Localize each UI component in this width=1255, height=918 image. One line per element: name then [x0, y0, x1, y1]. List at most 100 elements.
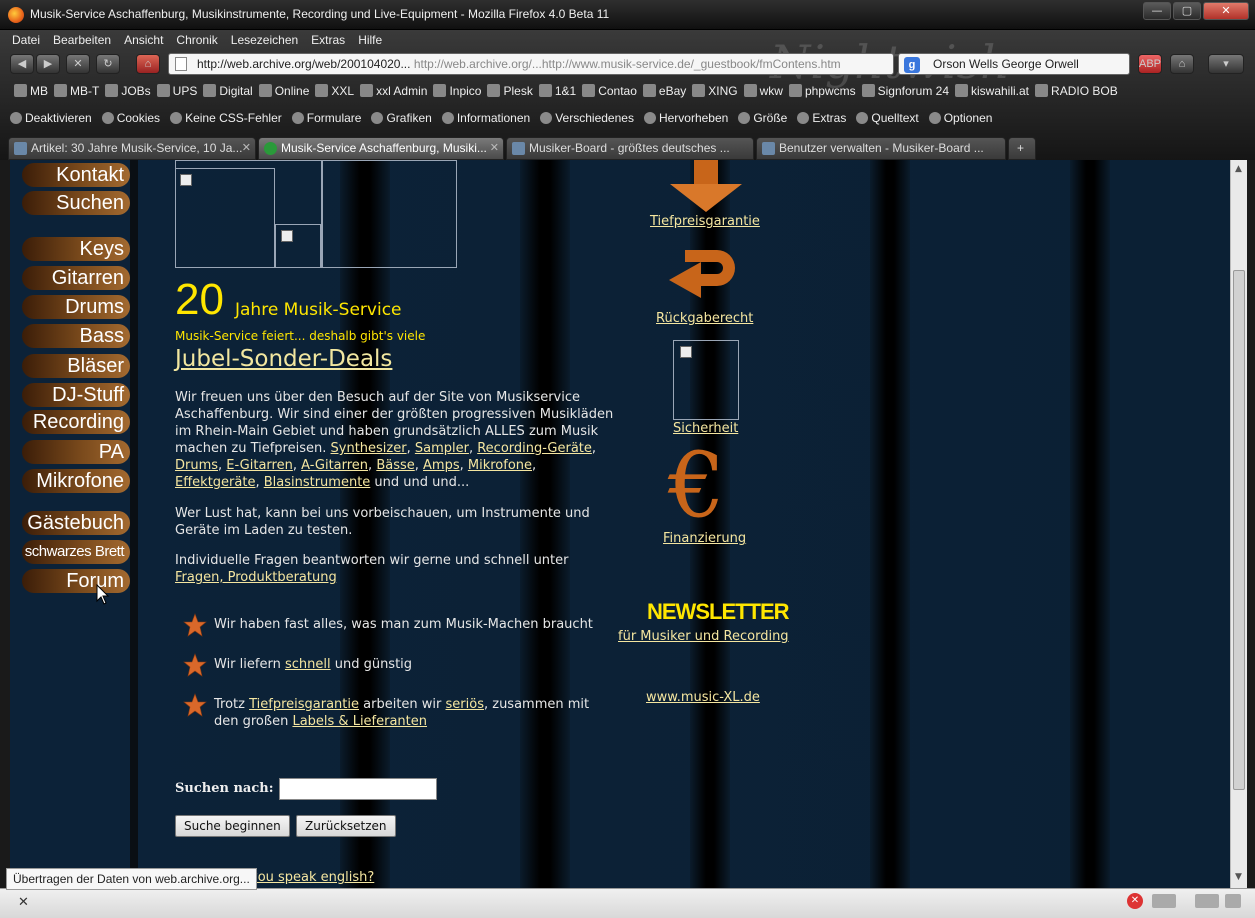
- stop-icon[interactable]: ✕: [66, 54, 90, 74]
- link-amps[interactable]: Amps: [423, 458, 460, 473]
- nav-bass[interactable]: Bass: [22, 324, 130, 348]
- bookmark-item[interactable]: wkw: [743, 84, 783, 98]
- bookmark-item[interactable]: Signforum 24: [861, 84, 949, 98]
- tab-musik-service[interactable]: Musik-Service Aschaffenburg, Musiki... ✕: [258, 137, 504, 160]
- devbar-item[interactable]: Deaktivieren: [10, 111, 92, 125]
- scroll-up-icon[interactable]: ▲: [1235, 164, 1242, 174]
- maximize-button[interactable]: ▢: [1173, 2, 1201, 20]
- nav-keys[interactable]: Keys: [22, 237, 130, 261]
- nav-gaestebuch[interactable]: Gästebuch: [22, 511, 130, 535]
- bookmark-item[interactable]: XXL: [315, 84, 354, 98]
- link-schnell[interactable]: schnell: [285, 657, 331, 672]
- devbar-item[interactable]: Cookies: [101, 111, 160, 125]
- close-window-button[interactable]: ✕: [1203, 2, 1249, 20]
- nav-forum[interactable]: Forum: [22, 569, 130, 593]
- nav-recording[interactable]: Recording: [22, 410, 130, 434]
- devbar-item[interactable]: Optionen: [928, 111, 992, 125]
- bookmark-item[interactable]: MB-T: [54, 84, 99, 98]
- addon-status-icon[interactable]: [1195, 894, 1219, 908]
- bookmark-item[interactable]: xxl Admin: [360, 84, 427, 98]
- link-rueckgaberecht[interactable]: Rückgaberecht: [656, 311, 753, 326]
- menu-bearbeiten[interactable]: Bearbeiten: [53, 33, 111, 47]
- devbar-item[interactable]: Keine CSS-Fehler: [170, 111, 282, 125]
- search-submit-button[interactable]: Suche beginnen: [175, 815, 290, 837]
- bookmark-item[interactable]: kiswahili.at: [955, 84, 1029, 98]
- close-icon[interactable]: ✕: [242, 138, 251, 159]
- scroll-down-icon[interactable]: ▼: [1235, 872, 1242, 882]
- link-e-gitarren[interactable]: E-Gitarren: [226, 458, 293, 473]
- bookmark-item[interactable]: phpwcms: [788, 84, 856, 98]
- nav-mikrofone[interactable]: Mikrofone: [22, 469, 130, 493]
- link-baesse[interactable]: Bässe: [376, 458, 414, 473]
- reset-button[interactable]: Zurücksetzen: [296, 815, 396, 837]
- home-icon[interactable]: ⌂: [136, 54, 160, 74]
- bookmark-item[interactable]: UPS: [156, 84, 197, 98]
- bookmark-item[interactable]: Digital: [203, 84, 253, 98]
- nav-kontakt[interactable]: Kontakt: [22, 163, 130, 187]
- menu-ansicht[interactable]: Ansicht: [124, 33, 163, 47]
- link-effektgeraete[interactable]: Effektgeräte: [175, 475, 255, 490]
- scrollbar-thumb[interactable]: [1233, 270, 1245, 790]
- bookmark-item[interactable]: eBay: [642, 84, 686, 98]
- devbar-item[interactable]: Grafiken: [371, 111, 432, 125]
- english-link[interactable]: you speak english?: [250, 870, 374, 885]
- nav-schwarzes-brett[interactable]: schwarzes Brett: [22, 540, 130, 564]
- link-recording-geraete[interactable]: Recording-Geräte: [477, 441, 592, 456]
- devbar-item[interactable]: Verschiedenes: [540, 111, 634, 125]
- nav-gitarren[interactable]: Gitarren: [22, 266, 130, 290]
- vertical-scrollbar[interactable]: ▲ ▼: [1230, 160, 1247, 888]
- nav-dj-stuff[interactable]: DJ-Stuff: [22, 383, 130, 407]
- bookmark-item[interactable]: MB: [14, 84, 48, 98]
- url-bar[interactable]: http://web.archive.org/web/200104020... …: [168, 53, 894, 75]
- link-tiefpreisgarantie[interactable]: Tiefpreisgarantie: [249, 697, 359, 712]
- link-newsletter[interactable]: für Musiker und Recording: [618, 629, 789, 644]
- minimize-button[interactable]: —: [1143, 2, 1171, 20]
- reload-icon[interactable]: ↻: [96, 54, 120, 74]
- tab-musiker-board[interactable]: Musiker-Board - größtes deutsches ...: [506, 137, 754, 160]
- home-page-icon[interactable]: ⌂: [1170, 54, 1194, 74]
- error-icon[interactable]: ✕: [1127, 893, 1143, 909]
- link-finanzierung[interactable]: Finanzierung: [663, 531, 746, 546]
- menu-datei[interactable]: Datei: [12, 33, 40, 47]
- devbar-item[interactable]: Größe: [738, 111, 787, 125]
- link-music-xl[interactable]: www.music-XL.de: [646, 690, 760, 705]
- devbar-item[interactable]: Informationen: [441, 111, 530, 125]
- adblock-icon[interactable]: ABP: [1138, 54, 1162, 74]
- close-findbar-icon[interactable]: ✕: [18, 895, 29, 910]
- link-labels-lieferanten[interactable]: Labels & Lieferanten: [292, 714, 427, 729]
- bookmark-item[interactable]: XING: [692, 84, 738, 98]
- devbar-item[interactable]: Hervorheben: [643, 111, 728, 125]
- link-serioes[interactable]: seriös: [446, 697, 484, 712]
- devbar-item[interactable]: Quelltext: [856, 111, 919, 125]
- search-bar[interactable]: g Orson Wells George Orwell: [898, 53, 1130, 75]
- bookmark-item[interactable]: 1&1: [538, 84, 576, 98]
- new-tab-button[interactable]: +: [1008, 137, 1036, 160]
- menu-lesezeichen[interactable]: Lesezeichen: [231, 33, 298, 47]
- addon-status-icon[interactable]: [1152, 894, 1176, 908]
- devbar-item[interactable]: Extras: [797, 111, 846, 125]
- bookmark-item[interactable]: Inpico: [433, 84, 481, 98]
- bookmark-item[interactable]: RADIO BOB: [1035, 84, 1118, 98]
- forward-icon[interactable]: ▶: [36, 54, 60, 74]
- link-drums[interactable]: Drums: [175, 458, 218, 473]
- link-tiefpreisgarantie-right[interactable]: Tiefpreisgarantie: [650, 214, 760, 229]
- link-synthesizer[interactable]: Synthesizer: [331, 441, 407, 456]
- menu-hilfe[interactable]: Hilfe: [358, 33, 382, 47]
- bookmark-item[interactable]: Online: [258, 84, 309, 98]
- link-a-gitarren[interactable]: A-Gitarren: [301, 458, 368, 473]
- nav-suchen[interactable]: Suchen: [22, 191, 130, 215]
- link-fragen-produktberatung[interactable]: Fragen, Produktberatung: [175, 570, 337, 585]
- nav-drums[interactable]: Drums: [22, 295, 130, 319]
- link-blasinstrumente[interactable]: Blasinstrumente: [264, 475, 371, 490]
- tab-benutzer-verwalten[interactable]: Benutzer verwalten - Musiker-Board ...: [756, 137, 1006, 160]
- nav-blaeser[interactable]: Bläser: [22, 354, 130, 378]
- menu-extras[interactable]: Extras: [311, 33, 345, 47]
- jubel-deals-link[interactable]: Jubel-Sonder-Deals: [175, 346, 392, 372]
- bookmark-item[interactable]: JOBs: [105, 84, 151, 98]
- menu-chronik[interactable]: Chronik: [176, 33, 217, 47]
- search-input[interactable]: [279, 778, 437, 800]
- addon-icon[interactable]: ▾: [1208, 54, 1244, 74]
- tab-artikel[interactable]: Artikel: 30 Jahre Musik-Service, 10 Ja..…: [8, 137, 256, 160]
- link-sampler[interactable]: Sampler: [415, 441, 469, 456]
- back-icon[interactable]: ◀: [10, 54, 34, 74]
